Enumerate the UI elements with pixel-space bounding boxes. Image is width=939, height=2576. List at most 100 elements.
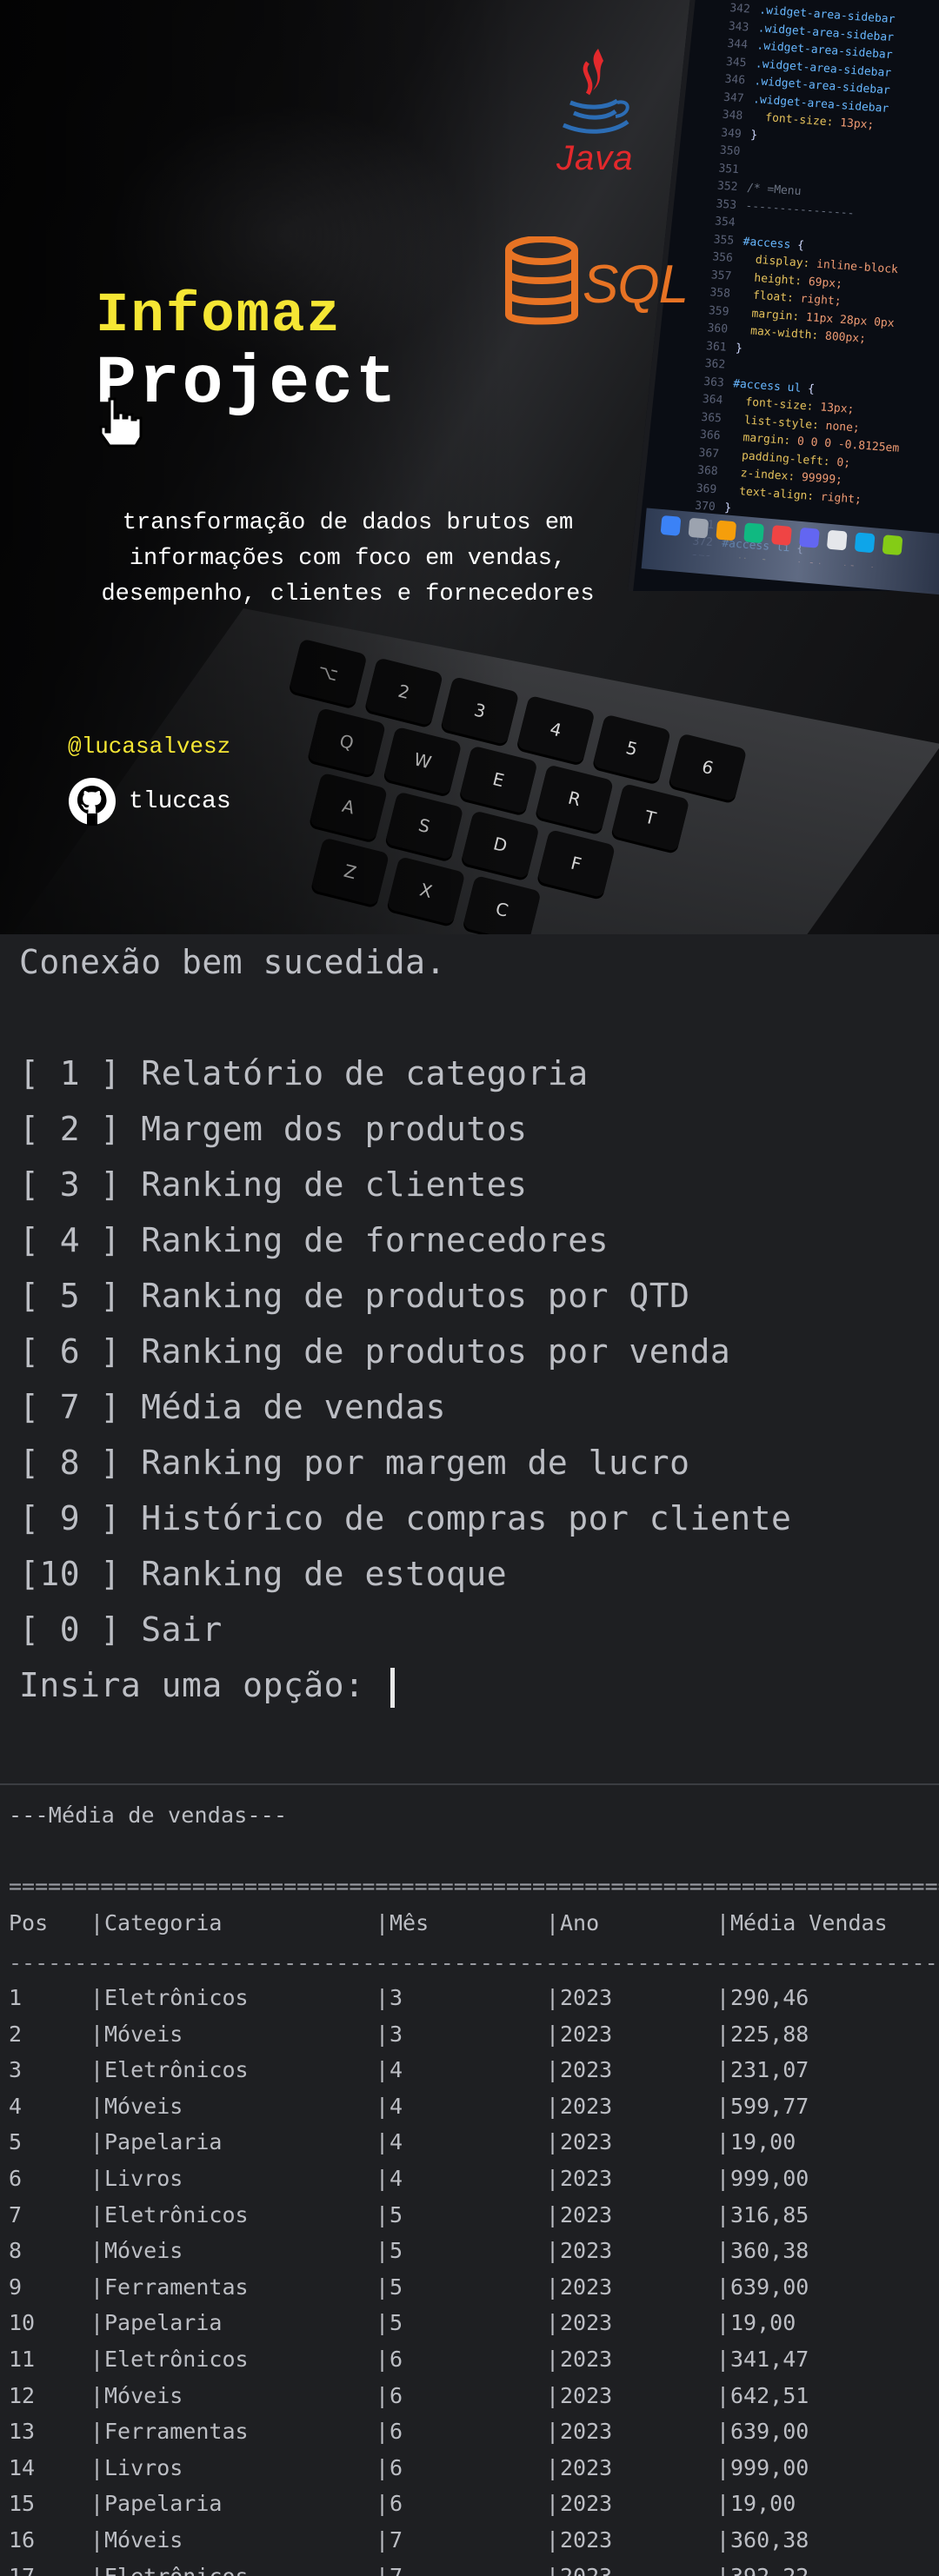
table-cell: Móveis (104, 2238, 183, 2263)
column-separator: | (90, 2455, 104, 2480)
column-separator: | (546, 2419, 560, 2444)
table-cell: 2023 (560, 2129, 613, 2154)
report-title: ---Média de vendas--- (9, 1803, 288, 1828)
table-cell: 999,00 (730, 2455, 809, 2480)
column-separator: | (376, 2202, 390, 2227)
table-cell: 225,88 (730, 2022, 809, 2047)
table-cell: 5 (390, 2310, 403, 2335)
column-separator: | (716, 2166, 730, 2191)
column-header: Ano (560, 1910, 600, 1935)
menu-option-3[interactable]: [ 3 ] Ranking de clientes (19, 1165, 527, 1204)
menu-option-7[interactable]: [ 7 ] Média de vendas (19, 1388, 446, 1426)
menu-option-10[interactable]: [10 ] Ranking de estoque (19, 1555, 507, 1593)
author-handle[interactable]: @lucasalvesz (68, 734, 230, 760)
table-cell: 3 (9, 2057, 23, 2082)
menu-option-number: [ 9 ] (19, 1499, 121, 1537)
table-cell: 6 (9, 2166, 23, 2191)
column-header: Mês (390, 1910, 430, 1935)
menu-option-5[interactable]: [ 5 ] Ranking de produtos por QTD (19, 1277, 690, 1315)
database-icon (505, 236, 578, 325)
option-input[interactable]: Insira uma opção: (19, 1666, 395, 1708)
table-cell: 3 (390, 2022, 403, 2047)
menu-option-6[interactable]: [ 6 ] Ranking de produtos por venda (19, 1332, 730, 1371)
menu-option-label: Histórico de compras por cliente (141, 1499, 792, 1537)
table-cell: 5 (390, 2274, 403, 2300)
menu-option-0[interactable]: [ 0 ] Sair (19, 1610, 223, 1649)
table-cell: 4 (390, 2166, 403, 2191)
column-separator: | (90, 2166, 104, 2191)
java-logo: Java (553, 45, 636, 184)
table-cell: 290,46 (730, 1985, 809, 2010)
table-cell: Eletrônicos (104, 2202, 249, 2227)
report-rule-top: ========================================… (9, 1874, 939, 1899)
table-cell: 19,00 (730, 2491, 796, 2516)
table-cell: 2023 (560, 2347, 613, 2372)
menu-option-label: Relatório de categoria (141, 1054, 589, 1092)
hero-banner: ⌥ 2 3 4 5 6 Q W E R T A S D F Z X C 342.… (0, 0, 939, 934)
project-title-line1: Infomaz (96, 285, 342, 348)
column-separator: | (716, 2238, 730, 2263)
table-cell: 11 (9, 2347, 36, 2372)
column-separator: | (90, 2094, 104, 2119)
table-cell: 13 (9, 2419, 36, 2444)
column-separator: | (376, 1985, 390, 2010)
column-separator: | (546, 2238, 560, 2263)
table-cell: 6 (390, 2491, 403, 2516)
column-header: Pos (9, 1910, 49, 1935)
table-cell: Eletrônicos (104, 2564, 249, 2576)
column-separator: | (90, 2564, 103, 2576)
table-cell: 341,47 (730, 2347, 809, 2372)
table-cell: 2023 (560, 2491, 613, 2516)
menu-option-number: [ 5 ] (19, 1277, 121, 1315)
table-cell: Eletrônicos (104, 2057, 249, 2082)
column-separator: | (716, 2129, 730, 2154)
column-header: Categoria (104, 1910, 223, 1935)
column-separator: | (376, 2022, 390, 2047)
menu-option-label: Ranking por margem de lucro (141, 1444, 690, 1482)
table-cell: 14 (9, 2455, 36, 2480)
table-cell: 2023 (560, 2202, 613, 2227)
menu-option-label: Ranking de fornecedores (141, 1221, 609, 1259)
menu-option-number: [ 2 ] (19, 1110, 121, 1148)
column-separator: | (546, 2057, 560, 2082)
column-separator: | (376, 2274, 390, 2300)
report-rule-mid: ----------------------------------------… (9, 1950, 939, 1975)
menu-option-9[interactable]: [ 9 ] Histórico de compras por cliente (19, 1499, 791, 1537)
menu-option-1[interactable]: [ 1 ] Relatório de categoria (19, 1054, 589, 1092)
table-cell: 6 (390, 2419, 403, 2444)
table-cell: 2023 (560, 2094, 613, 2119)
column-separator: | (90, 2274, 104, 2300)
column-separator: | (546, 2491, 560, 2516)
column-separator: | (716, 2202, 730, 2227)
menu-option-label: Ranking de estoque (141, 1555, 508, 1593)
column-separator: | (716, 2491, 730, 2516)
column-separator: | (376, 2129, 390, 2154)
github-link[interactable]: tluccas (68, 777, 231, 826)
connection-status: Conexão bem sucedida. (19, 943, 446, 981)
table-cell: 599,77 (730, 2094, 809, 2119)
column-separator: | (376, 2527, 390, 2553)
table-cell: 2023 (560, 2527, 613, 2553)
table-cell: Livros (104, 2166, 183, 2191)
column-separator: | (716, 2094, 730, 2119)
column-separator: | (90, 2202, 104, 2227)
menu-option-8[interactable]: [ 8 ] Ranking por margem de lucro (19, 1444, 690, 1482)
column-separator: | (90, 2383, 104, 2408)
menu-option-label: Média de vendas (141, 1388, 446, 1426)
table-cell: 5 (9, 2129, 23, 2154)
column-separator: | (716, 2455, 730, 2480)
table-cell: 6 (390, 2383, 403, 2408)
table-cell: 6 (390, 2347, 403, 2372)
table-cell: 7 (9, 2202, 23, 2227)
column-header: Média Vendas (730, 1910, 888, 1935)
column-separator: | (376, 2383, 390, 2408)
table-cell: 6 (390, 2455, 403, 2480)
menu-option-number: [ 8 ] (19, 1444, 121, 1482)
menu-option-2[interactable]: [ 2 ] Margem dos produtos (19, 1110, 527, 1148)
subtitle-line: desempenho, clientes e fornecedores (101, 581, 595, 607)
table-cell: Papelaria (104, 2129, 223, 2154)
table-cell: Eletrônicos (104, 1985, 249, 2010)
column-separator: | (90, 2347, 104, 2372)
menu-option-4[interactable]: [ 4 ] Ranking de fornecedores (19, 1221, 609, 1259)
menu-option-label: Sair (141, 1610, 223, 1649)
